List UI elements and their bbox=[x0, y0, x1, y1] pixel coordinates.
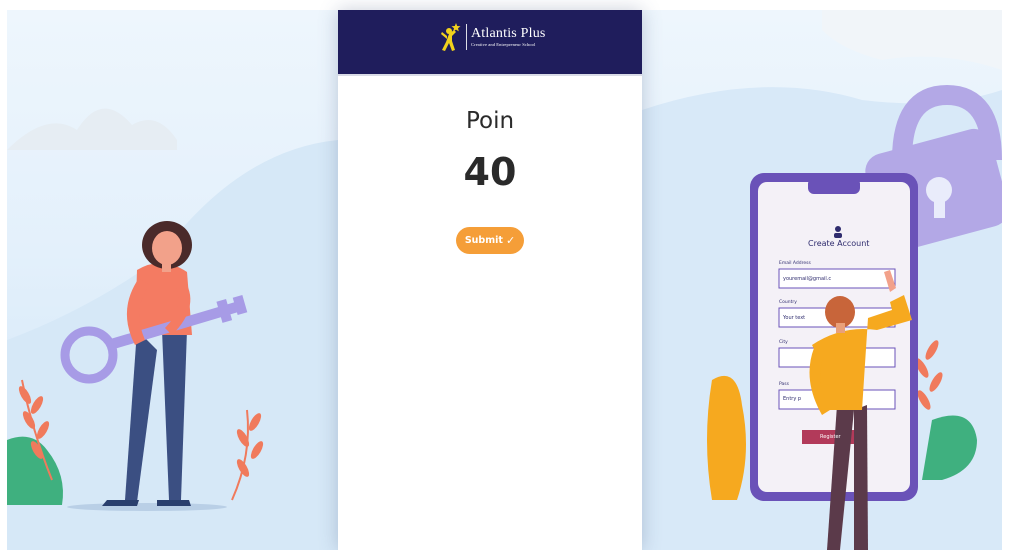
submit-button[interactable]: Submit ✓ bbox=[456, 227, 524, 254]
points-label: Poin bbox=[465, 108, 515, 134]
check-icon: ✓ bbox=[505, 234, 516, 247]
phone-value-country: Your text bbox=[783, 315, 806, 321]
phone-value-pass: Entry p bbox=[783, 396, 802, 402]
brand-name: Atlantis Plus bbox=[471, 25, 546, 41]
phone-label-email: Email Address bbox=[779, 261, 811, 266]
header-divider bbox=[338, 74, 642, 76]
points-value: 40 bbox=[463, 150, 517, 194]
brand-tagline: Creative and Entrepreneur School bbox=[471, 41, 536, 47]
logo-text: Atlantis Plus Creative and Entrepreneur … bbox=[471, 25, 546, 48]
points-card: Atlantis Plus Creative and Entrepreneur … bbox=[338, 10, 642, 550]
woman-with-key-illustration bbox=[7, 108, 338, 550]
phone-register-button: Register bbox=[820, 434, 841, 440]
phone-title: Create Account bbox=[808, 239, 870, 248]
left-illustration-panel bbox=[7, 10, 338, 550]
phone-label-city: City bbox=[779, 340, 788, 345]
submit-label: Submit bbox=[464, 235, 503, 246]
phone-value-email: youremail@gmail.c bbox=[783, 276, 832, 282]
phone-label-country: Country bbox=[779, 300, 797, 305]
right-illustration-panel: Create Account Email Address youremail@g… bbox=[642, 10, 1002, 550]
phone-label-pass: Pass bbox=[779, 382, 789, 387]
logo-divider bbox=[466, 24, 467, 50]
header-bar: Atlantis Plus Creative and Entrepreneur … bbox=[338, 10, 642, 74]
brand-logo[interactable]: Atlantis Plus Creative and Entrepreneur … bbox=[440, 22, 546, 52]
person-star-logo-icon bbox=[441, 23, 461, 51]
